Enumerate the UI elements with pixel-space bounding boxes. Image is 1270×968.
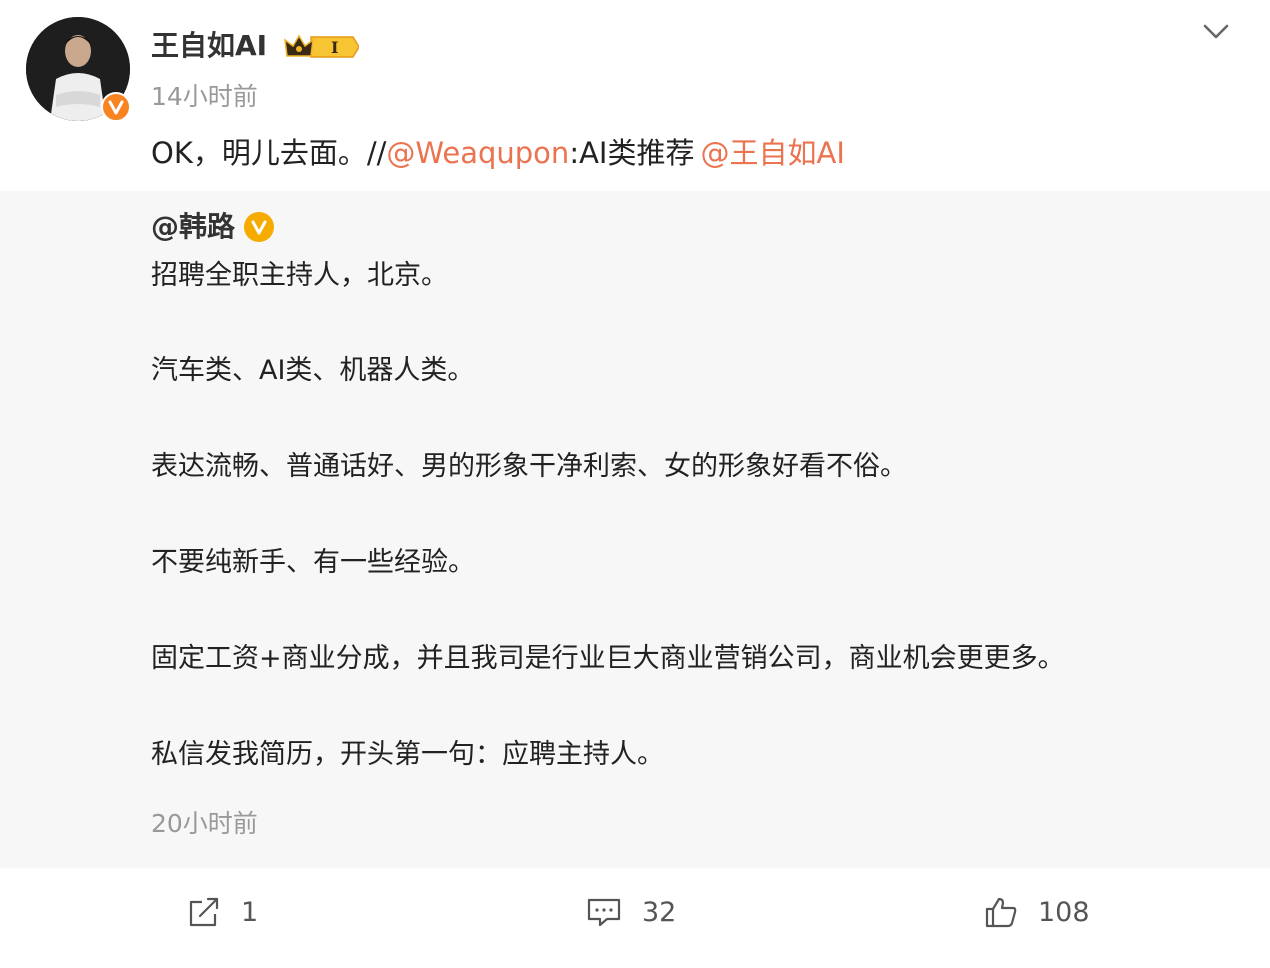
original-verified-badge	[244, 212, 274, 242]
like-button[interactable]: 108	[984, 890, 1090, 934]
vip-level: I	[331, 38, 338, 57]
repost-line: 固定工资+商业分成，并且我司是行业巨大商业营销公司，商业机会更更多。	[151, 643, 1065, 674]
repost-line: 招聘全职主持人，北京。	[151, 260, 448, 291]
mention-link[interactable]: @王自如AI	[700, 136, 844, 170]
original-timestamp: 20小时前	[151, 809, 258, 838]
original-author[interactable]: @韩路	[151, 208, 235, 246]
comment-button[interactable]: 32	[586, 890, 676, 934]
vip-badge[interactable]: I	[283, 32, 360, 62]
comment-count: 32	[642, 896, 677, 928]
like-count: 108	[1038, 896, 1090, 928]
repost-button[interactable]: 1	[187, 890, 258, 934]
verified-v-icon	[108, 100, 124, 115]
post-text-prefix: OK，明儿去面。//	[151, 136, 387, 170]
chevron-down-icon	[1203, 24, 1229, 39]
author-name[interactable]: 王自如AI	[151, 27, 267, 65]
thumbs-up-icon	[985, 897, 1017, 928]
repost-count: 1	[241, 896, 259, 928]
post-timestamp: 14小时前	[151, 82, 258, 111]
mention-link[interactable]: @Weaqupon	[386, 136, 569, 170]
comment-icon	[587, 898, 621, 927]
repost-line: 私信发我简历，开头第一句：应聘主持人。	[151, 739, 664, 770]
repost-line: 汽车类、AI类、机器人类。	[151, 355, 475, 386]
more-options-button[interactable]	[1200, 20, 1232, 44]
verified-v-icon	[251, 220, 267, 235]
post-text: OK，明儿去面。//@Weaqupon:AI类推荐 @王自如AI	[151, 134, 845, 172]
reposted-post[interactable]: @韩路 招聘全职主持人，北京。 汽车类、AI类、机器人类。 表达流畅、普通话好、…	[0, 191, 1270, 868]
share-icon	[189, 897, 219, 927]
repost-line: 表达流畅、普通话好、男的形象干净利索、女的形象好看不俗。	[151, 451, 907, 482]
post-text-middle: :AI类推荐	[569, 136, 695, 170]
crown-icon: I	[284, 34, 360, 58]
repost-line: 不要纯新手、有一些经验。	[151, 547, 475, 578]
verified-badge	[101, 92, 131, 122]
